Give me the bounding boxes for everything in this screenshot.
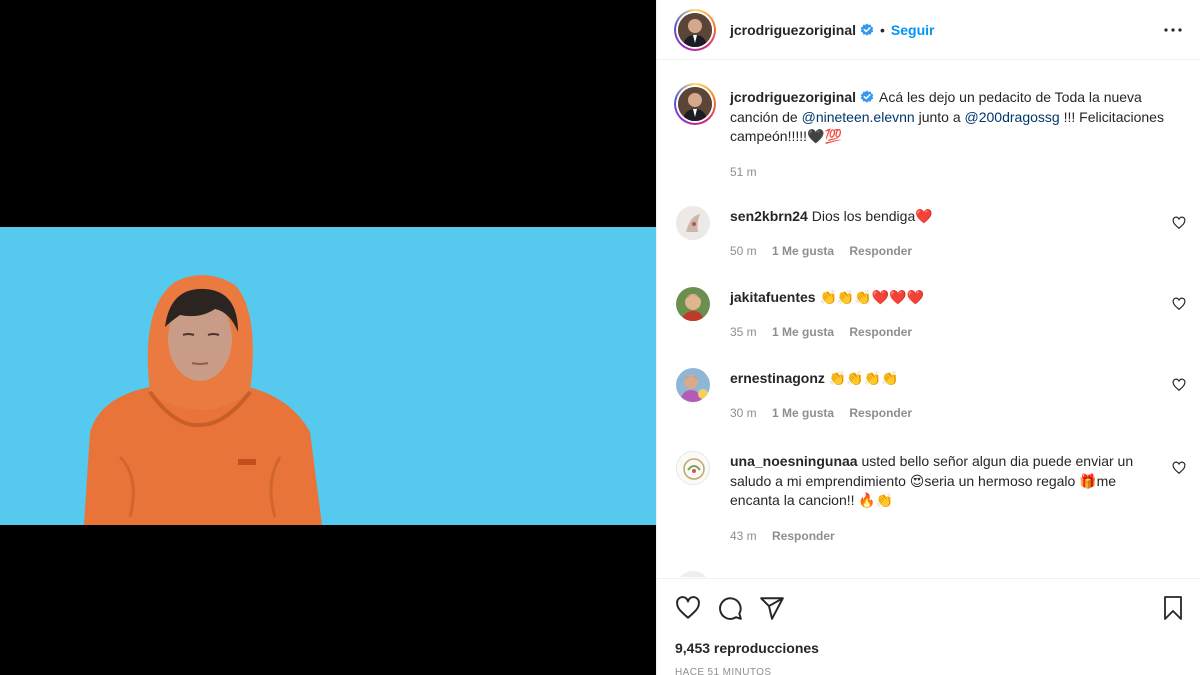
comment-heart-icon[interactable] xyxy=(1172,378,1186,392)
author-avatar[interactable] xyxy=(674,8,716,51)
comment-avatar[interactable] xyxy=(676,571,710,577)
post-header: jcrodriguezoriginal • Seguir xyxy=(657,0,1200,60)
comment-meta: 50 m 1 Me gusta Responder xyxy=(730,244,924,258)
caption-mention-2[interactable]: @200dragossg xyxy=(965,109,1060,125)
comment-username[interactable]: jakitafuentes xyxy=(730,289,816,305)
reply-button[interactable]: Responder xyxy=(849,244,912,258)
author-avatar-image xyxy=(678,12,712,47)
author-username[interactable]: jcrodriguezoriginal xyxy=(730,22,856,38)
comment-time[interactable]: 43 m xyxy=(730,529,757,543)
comment-text: 👏👏👏👏 xyxy=(828,370,899,386)
comment-text: Dios los bendiga❤️ xyxy=(811,208,933,224)
caption-body-part2: junto a xyxy=(914,108,965,125)
comment-avatar[interactable] xyxy=(676,368,710,402)
comment-username[interactable]: una_noesningunaa xyxy=(730,453,858,469)
comment-likes[interactable]: 1 Me gusta xyxy=(772,325,834,339)
reply-button[interactable]: Responder xyxy=(849,406,912,420)
comment-item: ernestinagonz 👏👏👏👏 30 m 1 Me gusta Respo… xyxy=(674,367,1186,427)
comment-avatar[interactable] xyxy=(676,287,710,321)
caption: jcrodriguezoriginal Acá les dejo un peda… xyxy=(674,83,1186,183)
more-icon xyxy=(1164,28,1182,32)
comment-time[interactable]: 50 m xyxy=(730,244,757,258)
comment-avatar[interactable] xyxy=(676,206,710,240)
comment-heart-icon[interactable] xyxy=(1172,216,1186,230)
caption-text: jcrodriguezoriginal Acá les dejo un peda… xyxy=(730,88,1170,147)
comment-heart-icon[interactable] xyxy=(1172,297,1186,311)
header-separator: • xyxy=(880,21,885,38)
caption-username[interactable]: jcrodriguezoriginal xyxy=(730,89,856,105)
comment-item: una_noesningunaa usted bello señor algun… xyxy=(674,450,1186,550)
comments-list[interactable]: jcrodriguezoriginal Acá les dejo un peda… xyxy=(657,61,1200,577)
instagram-post-view: jcrodriguezoriginal • Seguir jcrodriguez… xyxy=(0,0,1200,675)
more-options-button[interactable] xyxy=(1161,18,1185,42)
post-side-panel: jcrodriguezoriginal • Seguir jcrodriguez… xyxy=(656,0,1200,675)
comment-likes[interactable]: 1 Me gusta xyxy=(772,244,834,258)
post-timestamp[interactable]: HACE 51 MINUTOS xyxy=(675,667,771,675)
video-still xyxy=(84,275,322,525)
media-pane[interactable] xyxy=(0,0,656,675)
comment-meta: 30 m 1 Me gusta Responder xyxy=(730,406,924,420)
view-count[interactable]: 9,453 reproducciones xyxy=(675,640,819,656)
heart-icon[interactable] xyxy=(675,595,701,621)
bookmark-icon[interactable] xyxy=(1161,595,1185,621)
verified-badge-icon xyxy=(860,23,874,36)
comment-text: 👏👏👏❤️❤️❤️ xyxy=(819,289,925,305)
reply-button[interactable]: Responder xyxy=(772,529,835,543)
comment-likes[interactable]: 1 Me gusta xyxy=(772,406,834,420)
comment-meta: 35 m 1 Me gusta Responder xyxy=(730,325,924,339)
caption-avatar[interactable] xyxy=(674,83,716,125)
video-frame[interactable] xyxy=(0,227,656,525)
comment-item: sen2kbrn24 Dios los bendiga❤️ 50 m 1 Me … xyxy=(674,205,1186,265)
comment-meta: 43 m Responder xyxy=(730,529,847,543)
action-bar xyxy=(675,595,785,621)
follow-button[interactable]: Seguir xyxy=(891,22,935,38)
comment-avatar[interactable] xyxy=(676,451,710,485)
comment-icon[interactable] xyxy=(717,595,743,621)
reply-button[interactable]: Responder xyxy=(849,325,912,339)
post-footer: 9,453 reproducciones HACE 51 MINUTOS xyxy=(657,578,1200,675)
comment-time[interactable]: 30 m xyxy=(730,406,757,420)
caption-meta: 51 m xyxy=(730,165,769,179)
comment-username[interactable]: sen2kbrn24 xyxy=(730,208,808,224)
comment-username[interactable]: ernestinagonz xyxy=(730,370,825,386)
comment-time[interactable]: 35 m xyxy=(730,325,757,339)
caption-time[interactable]: 51 m xyxy=(730,165,757,179)
comment-item: jakitafuentes 👏👏👏❤️❤️❤️ 35 m 1 Me gusta … xyxy=(674,286,1186,346)
comment-heart-icon[interactable] xyxy=(1172,461,1186,475)
send-icon[interactable] xyxy=(759,595,785,621)
verified-badge-icon xyxy=(860,90,874,103)
caption-mention-1[interactable]: @nineteen.elevnn xyxy=(802,109,915,125)
